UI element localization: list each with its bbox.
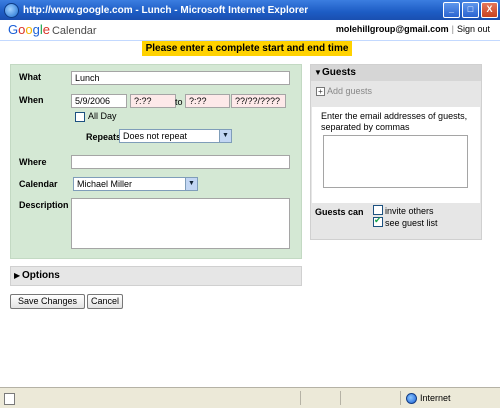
ie-icon [4, 2, 19, 18]
google-calendar-logo[interactable]: Google Calendar [8, 22, 97, 37]
options-label: Options [22, 270, 60, 281]
add-guests-link[interactable]: + Add guests [316, 86, 372, 96]
maximize-button[interactable]: □ [462, 2, 479, 18]
end-date-input[interactable]: ??/??/???? [231, 94, 286, 108]
when-label: When [19, 95, 44, 105]
status-divider [400, 391, 401, 405]
cancel-button[interactable]: Cancel [87, 294, 123, 309]
signout-link[interactable]: Sign out [457, 24, 490, 34]
start-time-input[interactable]: ?:?? [130, 94, 176, 108]
repeats-select[interactable]: Does not repeat ▼ [119, 129, 232, 143]
invite-others-label: invite others [385, 206, 434, 216]
description-label: Description [19, 200, 69, 210]
add-guests-label: Add guests [327, 86, 373, 96]
guests-title: Guests [322, 67, 356, 78]
window-title: http://www.google.com - Lunch - Microsof… [23, 4, 309, 16]
status-divider [340, 391, 341, 405]
logo-letter: e [42, 22, 50, 37]
allday-checkbox[interactable] [75, 112, 85, 122]
status-divider [300, 391, 301, 405]
event-form-panel: What Lunch When 5/9/2006 ?:?? to ?:?? ??… [10, 64, 302, 259]
what-label: What [19, 72, 41, 82]
options-section-toggle[interactable]: ▶ Options [10, 266, 302, 286]
what-input[interactable]: Lunch [71, 71, 290, 85]
calendar-value: Michael Miller [77, 179, 133, 189]
chevron-down-icon: ▼ [219, 130, 231, 142]
logo-letter: o [25, 22, 33, 37]
app-header: Google Calendar molehillgroup@gmail.com | S… [0, 20, 500, 41]
status-bar: Internet [0, 387, 500, 408]
guests-can-label: Guests can [315, 207, 364, 217]
to-label: to [175, 97, 183, 107]
allday-label: All Day [88, 111, 117, 121]
see-guest-list-checkbox[interactable] [373, 215, 383, 227]
where-input[interactable] [71, 155, 290, 169]
error-message: Please enter a complete start and end ti… [142, 41, 352, 56]
user-info: molehillgroup@gmail.com | Sign out [336, 24, 490, 34]
guests-panel: ▼ Guests + Add guests Enter the email add… [310, 64, 482, 240]
globe-icon [406, 393, 417, 404]
logo-product: Calendar [51, 25, 97, 37]
guest-emails-textarea[interactable] [323, 135, 468, 188]
page-icon [4, 393, 15, 405]
end-time-input[interactable]: ?:?? [185, 94, 230, 108]
invite-others-checkbox[interactable] [373, 205, 383, 215]
window-titlebar: http://www.google.com - Lunch - Microsof… [0, 0, 500, 20]
description-textarea[interactable] [71, 198, 290, 249]
where-label: Where [19, 157, 47, 167]
chevron-down-icon: ▼ [185, 178, 197, 190]
logo-letter: G [8, 22, 19, 37]
start-date-input[interactable]: 5/9/2006 [71, 94, 127, 108]
close-button[interactable]: X [481, 2, 498, 18]
expand-arrow-icon: ▶ [14, 271, 21, 280]
logo-letter: g [32, 22, 40, 37]
calendar-label: Calendar [19, 179, 58, 189]
header-separator: | [451, 24, 454, 34]
guest-instructions: Enter the email addresses of guests, sep… [321, 111, 468, 132]
user-email: molehillgroup@gmail.com [335, 24, 449, 34]
repeats-value: Does not repeat [123, 131, 188, 141]
save-changes-button[interactable]: Save Changes [10, 294, 85, 309]
security-zone-label: Internet [420, 393, 451, 403]
calendar-select[interactable]: Michael Miller ▼ [73, 177, 198, 191]
collapse-arrow-icon: ▼ [314, 68, 322, 77]
minimize-button[interactable]: _ [443, 2, 460, 18]
see-guest-list-label: see guest list [385, 218, 438, 228]
plus-icon: + [316, 87, 325, 96]
guests-header[interactable]: ▼ Guests [311, 65, 481, 81]
